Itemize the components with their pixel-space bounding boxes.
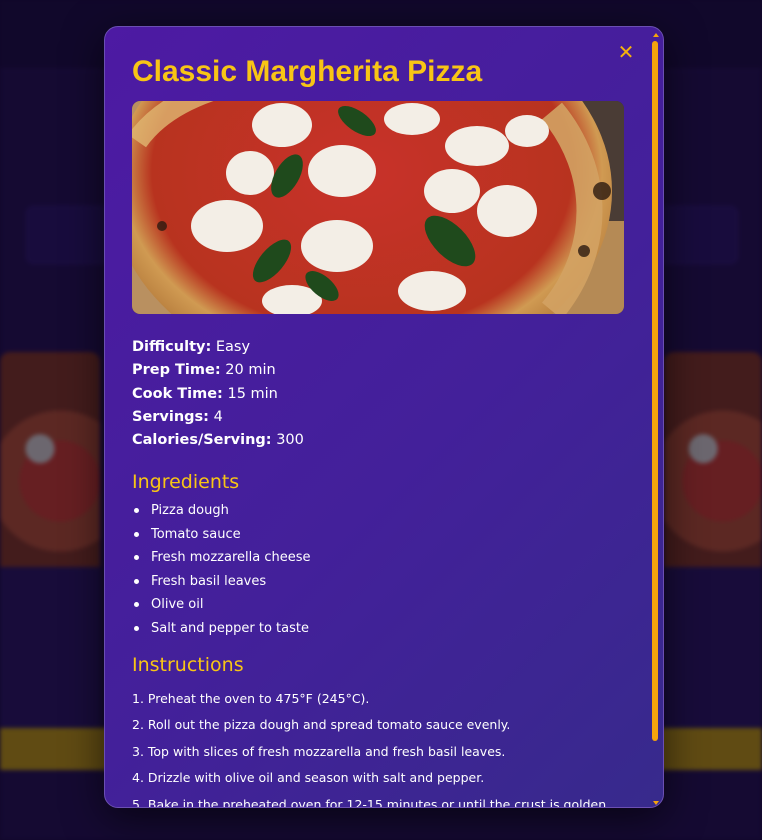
instruction-step: 5. Bake in the preheated oven for 12-15 … <box>132 796 607 808</box>
detail-value: 20 min <box>225 362 276 379</box>
list-item: Salt and pepper to taste <box>132 617 624 640</box>
ingredients-heading: Ingredients <box>132 471 240 494</box>
recipe-image <box>132 101 624 314</box>
instruction-step: 2. Roll out the pizza dough and spread t… <box>132 717 511 733</box>
detail-value: 4 <box>213 408 223 425</box>
instructions-heading: Instructions <box>132 653 244 676</box>
recipe-details: Difficulty: Easy Prep Time: 20 min Cook … <box>132 336 624 452</box>
detail-label: Calories/Serving: <box>132 432 272 449</box>
detail-prep-time: Prep Time: 20 min <box>132 359 624 382</box>
list-item: Pizza dough <box>132 499 624 522</box>
detail-label: Difficulty: <box>132 339 212 355</box>
instruction-step: 4. Drizzle with olive oil and season wit… <box>132 770 485 786</box>
modal-scrollbar[interactable] <box>651 33 661 805</box>
detail-servings: Servings: 4 <box>132 406 624 429</box>
detail-difficulty: Difficulty: Easy <box>132 336 624 359</box>
detail-label: Servings: <box>132 408 209 425</box>
list-item: Fresh basil leaves <box>132 570 624 593</box>
ingredients-list: Pizza dough Tomato sauce Fresh mozzarell… <box>132 499 624 639</box>
scroll-up-arrow-icon[interactable] <box>653 33 659 37</box>
list-item: Tomato sauce <box>132 523 624 546</box>
detail-cook-time: Cook Time: 15 min <box>132 383 624 406</box>
scroll-down-arrow-icon[interactable] <box>653 801 659 805</box>
detail-calories: Calories/Serving: 300 <box>132 429 624 452</box>
list-item: Olive oil <box>132 593 624 616</box>
detail-value: 15 min <box>227 385 278 402</box>
detail-value: Easy <box>215 339 251 355</box>
recipe-modal: ✕ Classic Margherita Pizza Difficulty: E… <box>104 26 664 808</box>
instruction-step: 1. Preheat the oven to 475°F (245°C). <box>132 690 370 706</box>
modal-content: Classic Margherita Pizza Difficulty: Eas… <box>132 51 624 808</box>
detail-label: Cook Time: <box>132 385 223 402</box>
list-item: Fresh mozzarella cheese <box>132 546 624 569</box>
detail-value: 300 <box>276 432 304 449</box>
instruction-step: 3. Top with slices of fresh mozzarella a… <box>132 743 506 759</box>
scrollbar-thumb[interactable] <box>652 41 658 741</box>
detail-label: Prep Time: <box>132 362 221 379</box>
instructions-list: 1. Preheat the oven to 475°F (245°C). 2.… <box>132 686 624 808</box>
recipe-title: Classic Margherita Pizza <box>132 55 483 88</box>
